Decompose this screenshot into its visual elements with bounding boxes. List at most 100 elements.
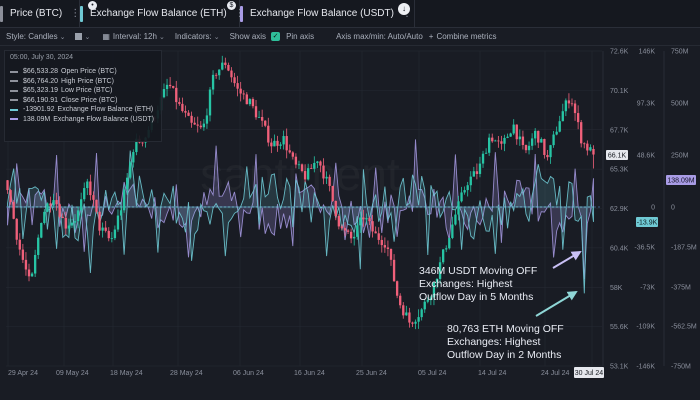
candle-body [383, 245, 387, 248]
candle-body [331, 185, 334, 201]
tab-exchange-flow-eth[interactable]: Exchange Flow Balance (ETH) ⋮ $ [80, 0, 245, 28]
annotation-line: Outflow Day in 2 Months [447, 349, 562, 361]
candle-body [405, 312, 408, 316]
candle-body [494, 140, 497, 142]
x-tick-label: 25 Jun 24 [356, 370, 387, 377]
price-badge: 66.1K [608, 153, 627, 160]
tooltip-row: $66,533.28 Open Price (BTC) [10, 67, 156, 77]
candle-body [168, 84, 172, 87]
x-tick-label: 29 Apr 24 [8, 370, 38, 377]
eth-annotation-arrow [535, 290, 578, 317]
tooltip-value: 138.09M [23, 115, 51, 123]
candle-body [472, 171, 475, 177]
candle-body [521, 136, 525, 146]
tab-label: Price (BTC) [10, 8, 63, 19]
candle-body [583, 143, 586, 145]
candle-body [356, 225, 359, 237]
candle-body [362, 217, 365, 220]
candle-body [592, 149, 595, 155]
candle-body [310, 168, 313, 169]
candle-body [70, 222, 74, 226]
candle-body [270, 142, 273, 147]
candle-body [346, 230, 350, 232]
price-tick-label: 60.4K [610, 245, 629, 252]
candle-body [580, 122, 583, 144]
candle-body [402, 305, 405, 316]
tooltip-label: Exchange Flow Balance (ETH) [57, 106, 154, 114]
candle-body [129, 162, 132, 178]
candle-body [267, 125, 270, 143]
show-axis-toggle[interactable]: Show axis ✓ [230, 32, 281, 41]
x-tick-label: 18 May 24 [110, 370, 143, 377]
candle-body [463, 190, 466, 193]
candle-body [193, 122, 196, 125]
interval-dropdown[interactable]: ▦ Interval: 12h ⌄ [102, 32, 164, 41]
candle-body [67, 225, 71, 229]
candle-body [509, 133, 512, 137]
candle-body [264, 120, 267, 126]
candle-body [417, 317, 420, 322]
pin-axis-toggle[interactable]: Pin axis [286, 32, 314, 41]
usdt-tick-label: 0 [671, 205, 675, 212]
candle-body [64, 217, 67, 229]
candle-body [236, 83, 239, 89]
candle-body [214, 74, 218, 76]
tab-price-btc[interactable]: Price (BTC) ⋮ • [0, 0, 97, 28]
crosshair-tooltip: 05:00, July 30, 2024 $66,533.28 Open Pric… [4, 50, 162, 142]
series-swatch [10, 80, 18, 83]
candle-body [245, 94, 248, 105]
candle-body [334, 200, 337, 216]
candle-body [451, 224, 454, 238]
eth-tick-label: -36.5K [634, 245, 655, 252]
candle-body [294, 156, 298, 165]
dollar-icon: $ [227, 0, 236, 10]
usdt-tick-label: -750M [671, 364, 691, 371]
axis-maxmin-dropdown[interactable]: Axis max/min: Auto/Auto [336, 32, 423, 41]
download-icon[interactable]: ↓ [398, 3, 410, 15]
style-dropdown[interactable]: Style: Candles ⌄ [6, 32, 65, 41]
candle-body [24, 259, 28, 270]
candle-body [76, 210, 80, 222]
candle-body [187, 112, 190, 116]
candle-body [297, 164, 301, 166]
eth-tick-label: 146K [639, 49, 656, 56]
candle-body [460, 192, 463, 202]
candle-body [420, 309, 423, 318]
candle-body [399, 295, 402, 306]
tab-label: Exchange Flow Balance (USDT) [250, 8, 394, 19]
candle-body [178, 102, 181, 104]
candle-body [340, 226, 344, 229]
candle-body [239, 88, 242, 94]
candle-body [79, 199, 83, 211]
indicators-dropdown[interactable]: Indicators: ⌄ [175, 32, 220, 41]
price-tick-label: 65.3K [610, 167, 629, 174]
tooltip-label: Open Price (BTC) [61, 68, 117, 76]
candle-body [132, 152, 135, 163]
candle-body [552, 134, 555, 146]
usdt-tick-label: -562.5M [671, 324, 697, 331]
series-swatch [10, 108, 18, 111]
candle-body [233, 77, 236, 84]
candle-body [86, 181, 89, 189]
candle-body [484, 152, 488, 154]
candle-body [411, 322, 414, 324]
combine-metrics-button[interactable]: + Combine metrics [429, 32, 497, 41]
candle-body [107, 230, 110, 239]
candle-body [586, 143, 589, 151]
candle-body [221, 62, 224, 70]
color-swatch-icon[interactable] [75, 33, 83, 40]
checkbox-checked-icon[interactable]: ✓ [271, 32, 281, 41]
tooltip-value: $66,190.91 [23, 96, 59, 104]
tooltip-row: 138.09M Exchange Flow Balance (USDT) [10, 115, 156, 125]
candle-body [573, 103, 577, 114]
annotation-line: 80,763 ETH Moving OFF [447, 323, 564, 335]
candle-body [546, 154, 549, 158]
candle-body [279, 144, 282, 146]
candle-body [83, 188, 86, 200]
plus-icon: + [428, 32, 434, 41]
candle-body [104, 227, 107, 231]
more-options-icon[interactable]: ⋮ [70, 8, 80, 19]
candle-body [524, 145, 528, 151]
tab-exchange-flow-usdt[interactable]: Exchange Flow Balance (USDT) ⋮ [240, 0, 415, 28]
candle-body [40, 222, 43, 238]
